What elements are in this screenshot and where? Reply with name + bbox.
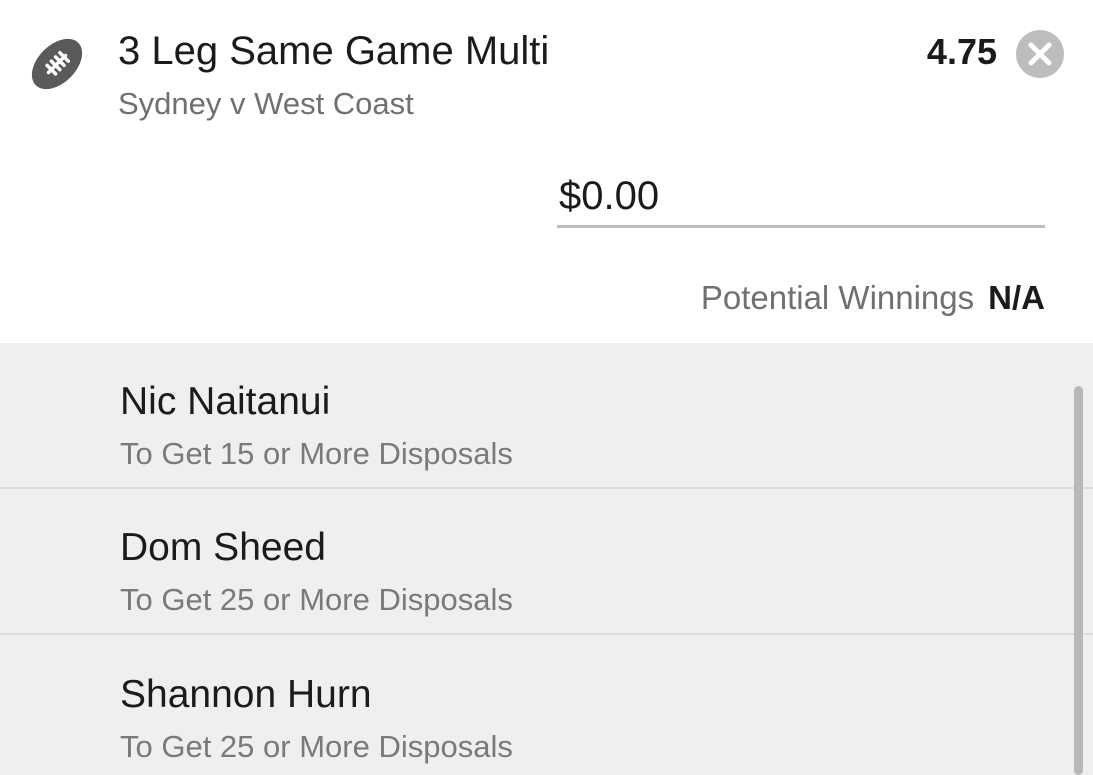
potential-winnings-value: N/A (988, 279, 1045, 316)
potential-winnings-label: Potential Winnings (700, 279, 975, 316)
close-icon[interactable] (1016, 30, 1064, 78)
leg-item: Shannon Hurn To Get 25 or More Disposals (0, 636, 1093, 775)
stake-value[interactable]: $0.00 (559, 172, 659, 220)
stake-input[interactable]: $0.00 (557, 170, 1045, 228)
leg-player-name: Nic Naitanui (120, 380, 331, 423)
match-name: Sydney v West Coast (118, 86, 414, 121)
leg-item: Nic Naitanui To Get 15 or More Disposals (0, 343, 1093, 489)
football-icon (31, 38, 83, 90)
potential-winnings: Potential Winnings N/A (701, 278, 1045, 318)
leg-item: Dom Sheed To Get 25 or More Disposals (0, 489, 1093, 635)
leg-market: To Get 25 or More Disposals (120, 729, 513, 764)
bet-title: 3 Leg Same Game Multi (118, 29, 550, 73)
bet-header: 3 Leg Same Game Multi Sydney v West Coas… (0, 0, 1093, 343)
leg-market: To Get 25 or More Disposals (120, 582, 513, 617)
leg-player-name: Dom Sheed (120, 526, 326, 569)
leg-market: To Get 15 or More Disposals (120, 436, 513, 471)
legs-list: Nic Naitanui To Get 15 or More Disposals… (0, 343, 1093, 775)
bet-odds: 4.75 (926, 31, 997, 72)
leg-player-name: Shannon Hurn (120, 673, 372, 716)
scrollbar[interactable] (1074, 386, 1083, 775)
